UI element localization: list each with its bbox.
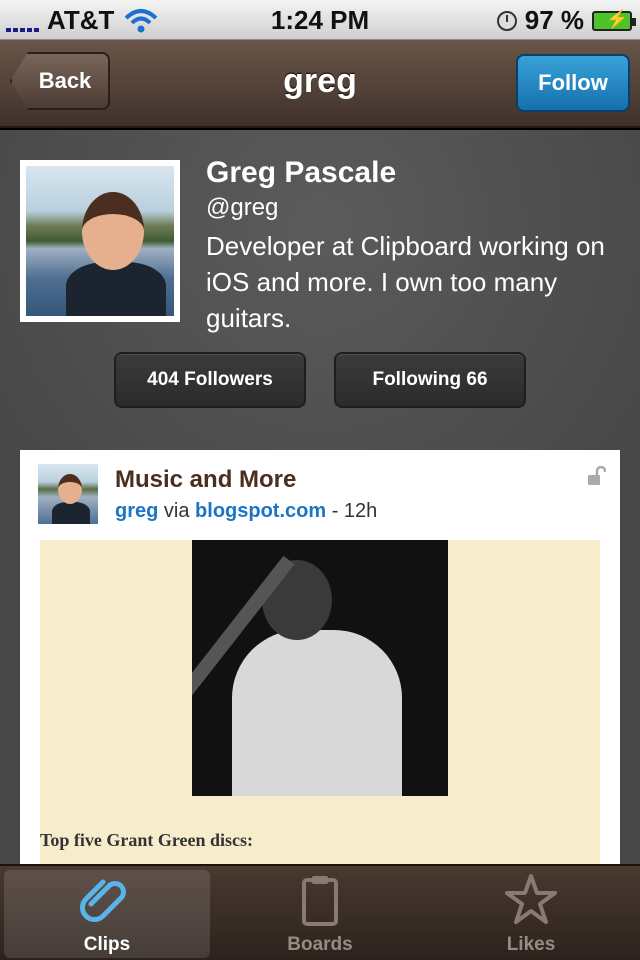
board-icon [302,876,338,926]
battery-percent: 97 % [524,5,584,35]
clip-author-link[interactable]: greg [115,500,158,522]
clip-meta: greg via blogspot.com - 12h [115,500,377,523]
follow-button[interactable]: Follow [516,54,630,112]
tab-bar: Clips Boards Likes [0,864,640,960]
clip-source-link[interactable]: blogspot.com [195,500,326,522]
clip-author-avatar[interactable] [38,464,98,524]
status-bar: AT&T 1:24 PM 97 % ⚡ [0,0,640,40]
clip-title[interactable]: Music and More [115,466,296,494]
tab-clips[interactable]: Clips [4,870,210,958]
tab-clips-label: Clips [83,934,131,955]
profile-bio: Developer at Clipboard working on iOS an… [206,231,605,333]
profile-avatar[interactable] [20,160,180,322]
tab-likes[interactable]: Likes [428,870,634,958]
followers-button[interactable]: 404 Followers [114,352,306,408]
profile-header: Greg Pascale @greg Developer at Clipboar… [0,130,640,450]
clip-image[interactable]: Top five Grant Green discs: [40,540,600,864]
navigation-bar: Back greg Follow [0,40,640,128]
tab-boards[interactable]: Boards [217,870,423,958]
battery-icon: ⚡ [592,9,636,31]
album-cover-image [192,540,448,796]
clip-caption: Top five Grant Green discs: [40,830,254,850]
following-button[interactable]: Following 66 [334,352,526,408]
tab-likes-label: Likes [506,934,556,955]
clip-via-text: via [163,500,190,522]
profile-name: Greg Pascale [206,156,397,189]
alarm-clock-icon [496,10,517,31]
star-icon [505,874,557,924]
avatar-photo [26,166,174,316]
profile-handle: @greg [206,194,279,221]
unlocked-icon [588,466,606,485]
clips-icon [80,879,126,922]
clip-age: - 12h [331,500,378,522]
tab-boards-label: Boards [287,934,353,955]
clip-card[interactable]: Music and More greg via blogspot.com - 1… [20,450,620,864]
